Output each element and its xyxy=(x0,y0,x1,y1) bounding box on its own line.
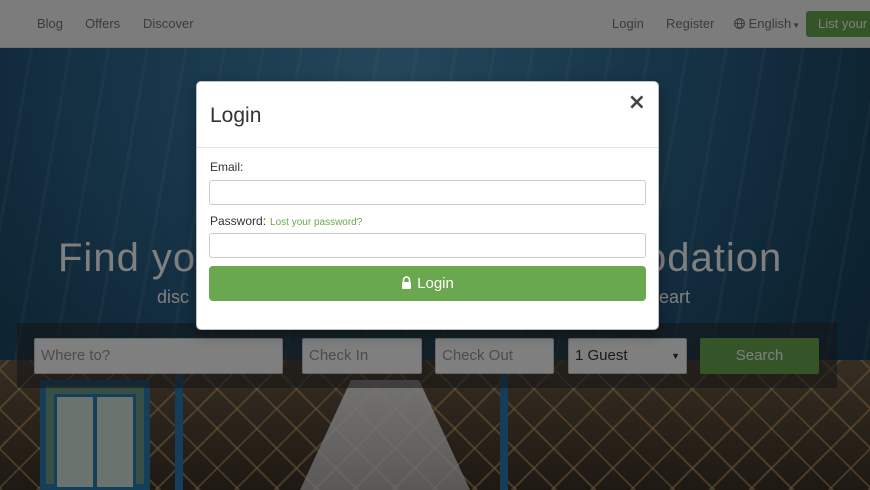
modal-header: Login × xyxy=(197,82,658,148)
login-modal: Login × Email: Password: Lost your passwo… xyxy=(196,81,659,330)
lock-icon xyxy=(402,276,412,289)
email-field[interactable] xyxy=(209,180,646,205)
modal-title: Login xyxy=(210,104,262,127)
email-label: Email: xyxy=(210,160,244,174)
login-submit-label: Login xyxy=(417,275,454,292)
close-icon[interactable]: × xyxy=(628,90,646,115)
lost-password-link[interactable]: Lost your password? xyxy=(270,217,362,228)
password-field[interactable] xyxy=(209,233,646,258)
login-submit-button[interactable]: Login xyxy=(209,266,646,301)
password-label-row: Password: Lost your password? xyxy=(210,214,362,228)
password-label: Password: xyxy=(210,214,267,228)
